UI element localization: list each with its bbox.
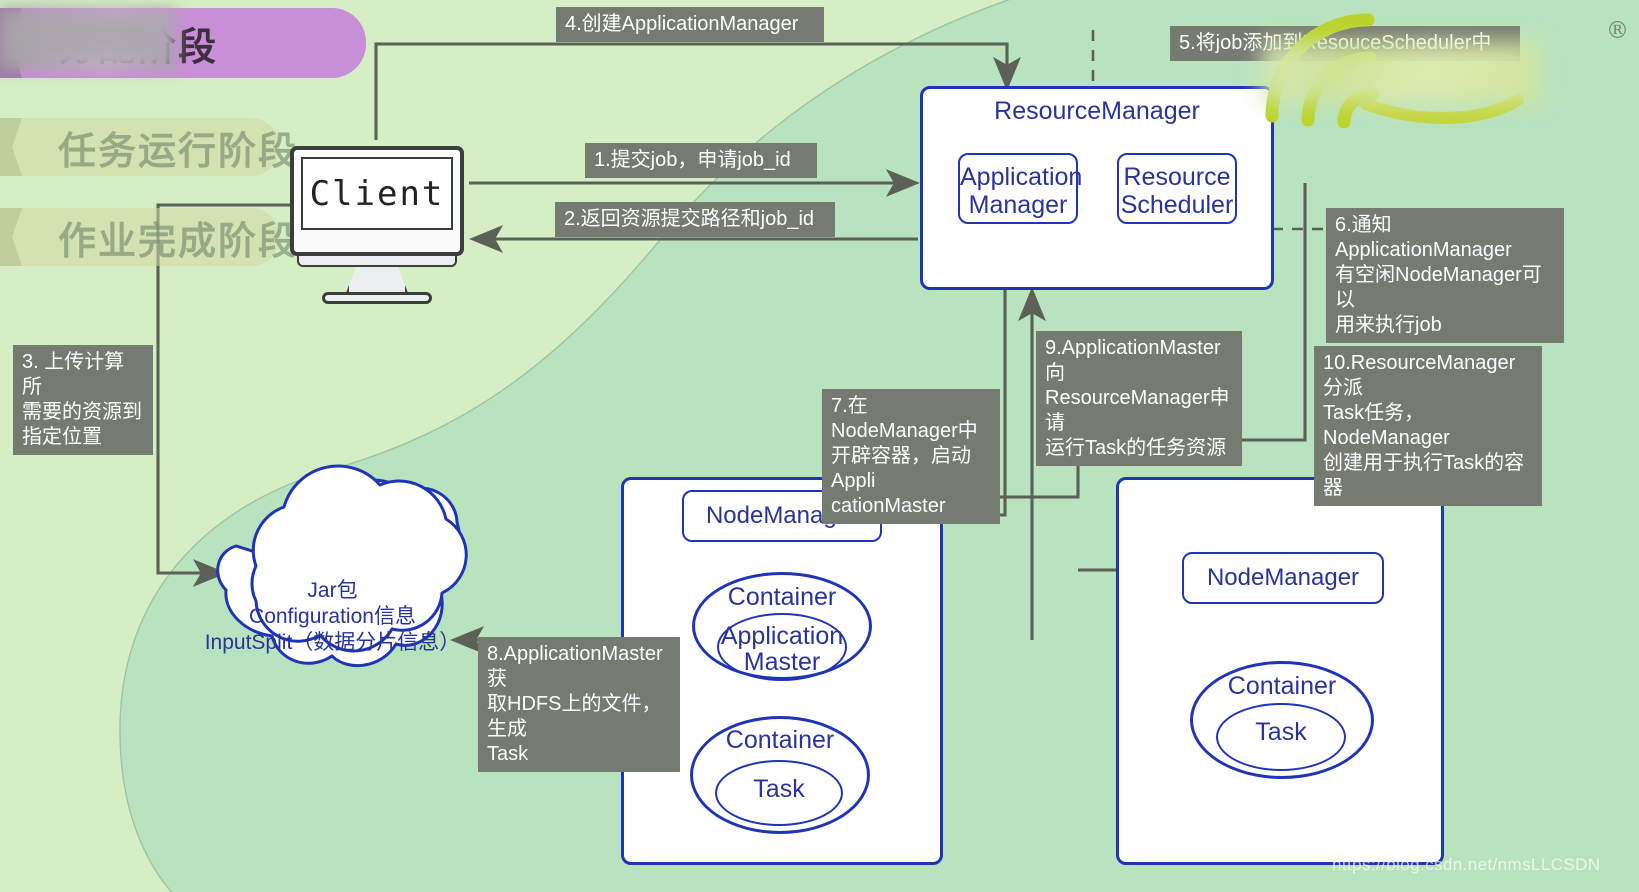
watermark-url: https://blog.csdn.net/nmsLLCSDN bbox=[1332, 855, 1601, 874]
step-label-4: 4.创建ApplicationManager bbox=[556, 7, 824, 42]
container-label-task-right: Container bbox=[1227, 672, 1337, 700]
node-manager-right-title: NodeManager bbox=[1206, 564, 1360, 591]
monitor-screen-icon: Client bbox=[290, 146, 464, 256]
tab-notch-icon bbox=[0, 208, 22, 266]
step-label-1: 1.提交job，申请job_id bbox=[585, 143, 817, 178]
tab-job-complete-phase[interactable]: 作业完成阶段 bbox=[0, 208, 296, 266]
tab-job-complete-phase-label: 作业完成阶段 bbox=[58, 220, 299, 263]
cloud-label-line1: Jar包 bbox=[307, 579, 358, 602]
tab-notch-icon bbox=[0, 118, 22, 176]
cloud-label-line2: Configuration信息 bbox=[249, 605, 416, 628]
client-node[interactable]: Client bbox=[290, 146, 470, 308]
step-label-10: 10.ResourceManager分派 Task任务，NodeManager … bbox=[1314, 346, 1542, 506]
container-label-app-master: Container bbox=[727, 583, 837, 611]
resource-scheduler-label-line2: Scheduler bbox=[1120, 191, 1234, 219]
step-label-7: 7.在NodeManager中 开辟容器，启动Appli cationMaste… bbox=[822, 389, 1000, 524]
monitor-neck-icon bbox=[346, 267, 408, 293]
task-label-right: Task bbox=[1255, 718, 1307, 746]
resource-manager-title: ResourceManager bbox=[994, 97, 1200, 125]
step-label-3: 3. 上传计算所 需要的资源到 指定位置 bbox=[13, 345, 153, 455]
application-manager-label-line2: Manager bbox=[968, 191, 1068, 219]
step-label-9: 9.ApplicationMaster向 ResourceManager申请 运… bbox=[1036, 331, 1242, 466]
monitor-foot-icon bbox=[322, 292, 432, 304]
censor-blur-overlay bbox=[0, 8, 176, 70]
application-master-label-line1: Application bbox=[720, 622, 844, 650]
application-manager-node[interactable]: Application Manager bbox=[958, 153, 1083, 224]
step-label-6: 6.通知ApplicationManager 有空闲NodeManager可以 … bbox=[1326, 208, 1564, 343]
monitor-display: Client bbox=[301, 157, 453, 230]
task-label-left: Task bbox=[753, 775, 805, 803]
client-label: Client bbox=[309, 173, 445, 214]
tab-task-running-phase-label: 任务运行阶段 bbox=[58, 130, 299, 173]
tab-allocation-phase[interactable]: 分配阶段 bbox=[0, 8, 366, 78]
application-manager-label-line1: Application bbox=[960, 163, 1083, 191]
diagram-canvas: 分配阶段 任务运行阶段 作业完成阶段 Client ResourceManage… bbox=[0, 0, 1639, 892]
registered-trademark-icon: ® bbox=[1606, 18, 1629, 44]
step-label-2: 2.返回资源提交路径和job_id bbox=[555, 202, 835, 237]
node-manager-right-title-box[interactable]: NodeManager bbox=[1182, 552, 1384, 604]
resource-scheduler-label-line1: Resource bbox=[1123, 163, 1231, 191]
monitor-base-icon bbox=[297, 256, 457, 267]
watermark-blur-overlay bbox=[1262, 42, 1540, 104]
resource-scheduler-node[interactable]: Resource Scheduler bbox=[1117, 153, 1237, 224]
step-label-8: 8.ApplicationMaster获 取HDFS上的文件，生成 Task bbox=[478, 637, 680, 772]
cloud-label-line3: InputSplit（数据分片信息） bbox=[204, 631, 461, 654]
tab-task-running-phase[interactable]: 任务运行阶段 bbox=[0, 118, 296, 176]
container-label-task-left: Container bbox=[725, 726, 835, 754]
application-master-label-line2: Master bbox=[743, 648, 821, 676]
